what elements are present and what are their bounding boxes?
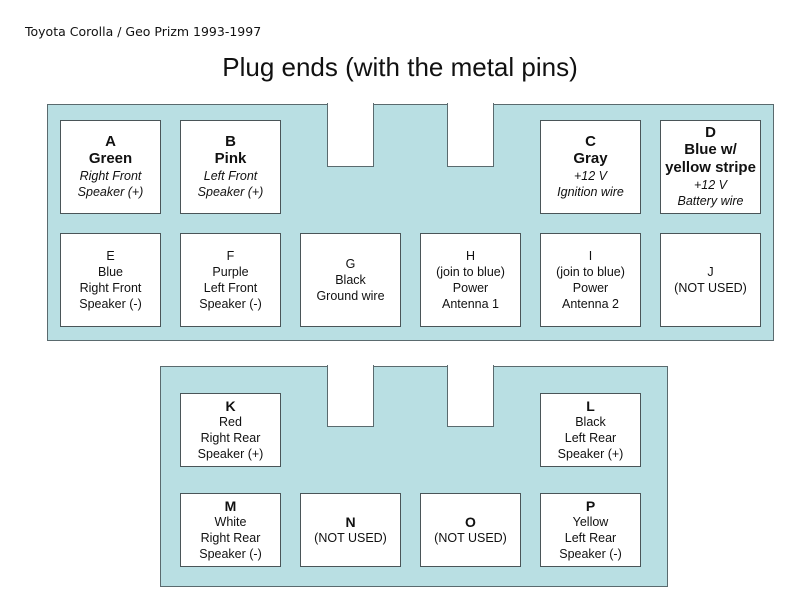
wire-color: (join to blue) — [436, 265, 505, 279]
pin-d: D Blue w/ yellow stripe +12 V Battery wi… — [660, 120, 761, 214]
pin-function: Right Front — [79, 169, 142, 183]
pin-p: P Yellow Left Rear Speaker (-) — [540, 493, 641, 567]
pin-o: O (NOT USED) — [420, 493, 521, 567]
pin-status: (NOT USED) — [434, 531, 507, 545]
pin-h: H (join to blue) Power Antenna 1 — [420, 233, 521, 327]
pin-function: Right Front — [79, 281, 142, 295]
wire-color: White — [214, 515, 247, 529]
pin-function: Speaker (-) — [559, 547, 622, 561]
pin-letter: M — [224, 498, 237, 514]
pin-letter: O — [465, 514, 476, 530]
pin-function: Speaker (-) — [199, 547, 262, 561]
diagram-title: Plug ends (with the metal pins) — [222, 52, 578, 82]
pin-status: (NOT USED) — [314, 531, 387, 545]
pin-k: K Red Right Rear Speaker (+) — [180, 393, 281, 467]
wire-color: Gray — [573, 150, 608, 167]
pin-l: L Black Left Rear Speaker (+) — [540, 393, 641, 467]
pin-letter: I — [588, 249, 593, 263]
pin-letter: N — [345, 514, 356, 530]
pin-voltage: +12 V — [693, 178, 727, 192]
wire-color: Blue w/ — [684, 141, 737, 158]
pin-m: M White Right Rear Speaker (-) — [180, 493, 281, 567]
pin-letter: D — [705, 124, 716, 141]
pin-voltage: +12 V — [573, 169, 607, 183]
pin-a: A Green Right Front Speaker (+) — [60, 120, 161, 214]
plug-connector-1: A Green Right Front Speaker (+) B Pink L… — [47, 103, 774, 341]
pin-i: I (join to blue) Power Antenna 2 — [540, 233, 641, 327]
pin-function: Antenna 2 — [562, 297, 619, 311]
pin-c: C Gray +12 V Ignition wire — [540, 120, 641, 214]
pin-function: Speaker (+) — [77, 185, 144, 199]
pin-function: Ground wire — [316, 289, 385, 303]
pin-n: N (NOT USED) — [300, 493, 401, 567]
wire-color: Green — [88, 150, 133, 167]
pin-letter: L — [586, 398, 595, 414]
pin-function: Left Rear — [564, 531, 617, 545]
pin-function: Ignition wire — [557, 185, 624, 199]
wire-color: Purple — [212, 265, 249, 279]
pin-letter: G — [345, 257, 356, 271]
pin-letter: F — [226, 249, 235, 263]
pin-letter: B — [225, 133, 236, 150]
plug-2-key-notch-right — [447, 365, 494, 427]
wire-color: Pink — [214, 150, 247, 167]
pin-function: Speaker (+) — [197, 185, 264, 199]
plug-1-key-notch-right — [447, 103, 494, 167]
pin-letter: J — [707, 265, 714, 279]
plug-connector-2: K Red Right Rear Speaker (+) L Black Lef… — [160, 365, 668, 587]
pin-status: (NOT USED) — [674, 281, 747, 295]
pin-function: Antenna 1 — [442, 297, 499, 311]
pin-function: Speaker (+) — [557, 447, 624, 461]
pin-f: F Purple Left Front Speaker (-) — [180, 233, 281, 327]
pin-letter: A — [105, 133, 116, 150]
pin-function: Left Rear — [564, 431, 617, 445]
plug-2-key-notch-left — [327, 365, 374, 427]
pin-function: Speaker (+) — [197, 447, 264, 461]
pin-function: Left Front — [203, 281, 258, 295]
pin-letter: K — [225, 398, 236, 414]
pin-letter: P — [585, 498, 596, 514]
pin-function: Right Rear — [200, 531, 261, 545]
pin-letter: E — [106, 249, 115, 263]
pin-function: Right Rear — [200, 431, 261, 445]
wire-color: (join to blue) — [556, 265, 625, 279]
plug-1-key-notch-left — [327, 103, 374, 167]
pin-function: Power — [452, 281, 489, 295]
pin-letter: C — [585, 133, 596, 150]
pin-function: Left Front — [203, 169, 258, 183]
wire-color: Blue — [97, 265, 124, 279]
pin-j: J (NOT USED) — [660, 233, 761, 327]
wire-color: Yellow — [572, 515, 609, 529]
wire-color: Black — [575, 415, 606, 429]
diagram-subtitle: Toyota Corolla / Geo Prizm 1993-1997 — [25, 24, 262, 39]
pin-g: G Black Ground wire — [300, 233, 401, 327]
pin-function: Speaker (-) — [79, 297, 142, 311]
pin-function: Power — [572, 281, 609, 295]
pin-e: E Blue Right Front Speaker (-) — [60, 233, 161, 327]
wire-color: Black — [335, 273, 366, 287]
pin-b: B Pink Left Front Speaker (+) — [180, 120, 281, 214]
pin-letter: H — [465, 249, 476, 263]
wire-color: Red — [219, 415, 242, 429]
pin-function: Battery wire — [677, 194, 744, 208]
pin-function: Speaker (-) — [199, 297, 262, 311]
wire-color: yellow stripe — [665, 159, 756, 176]
